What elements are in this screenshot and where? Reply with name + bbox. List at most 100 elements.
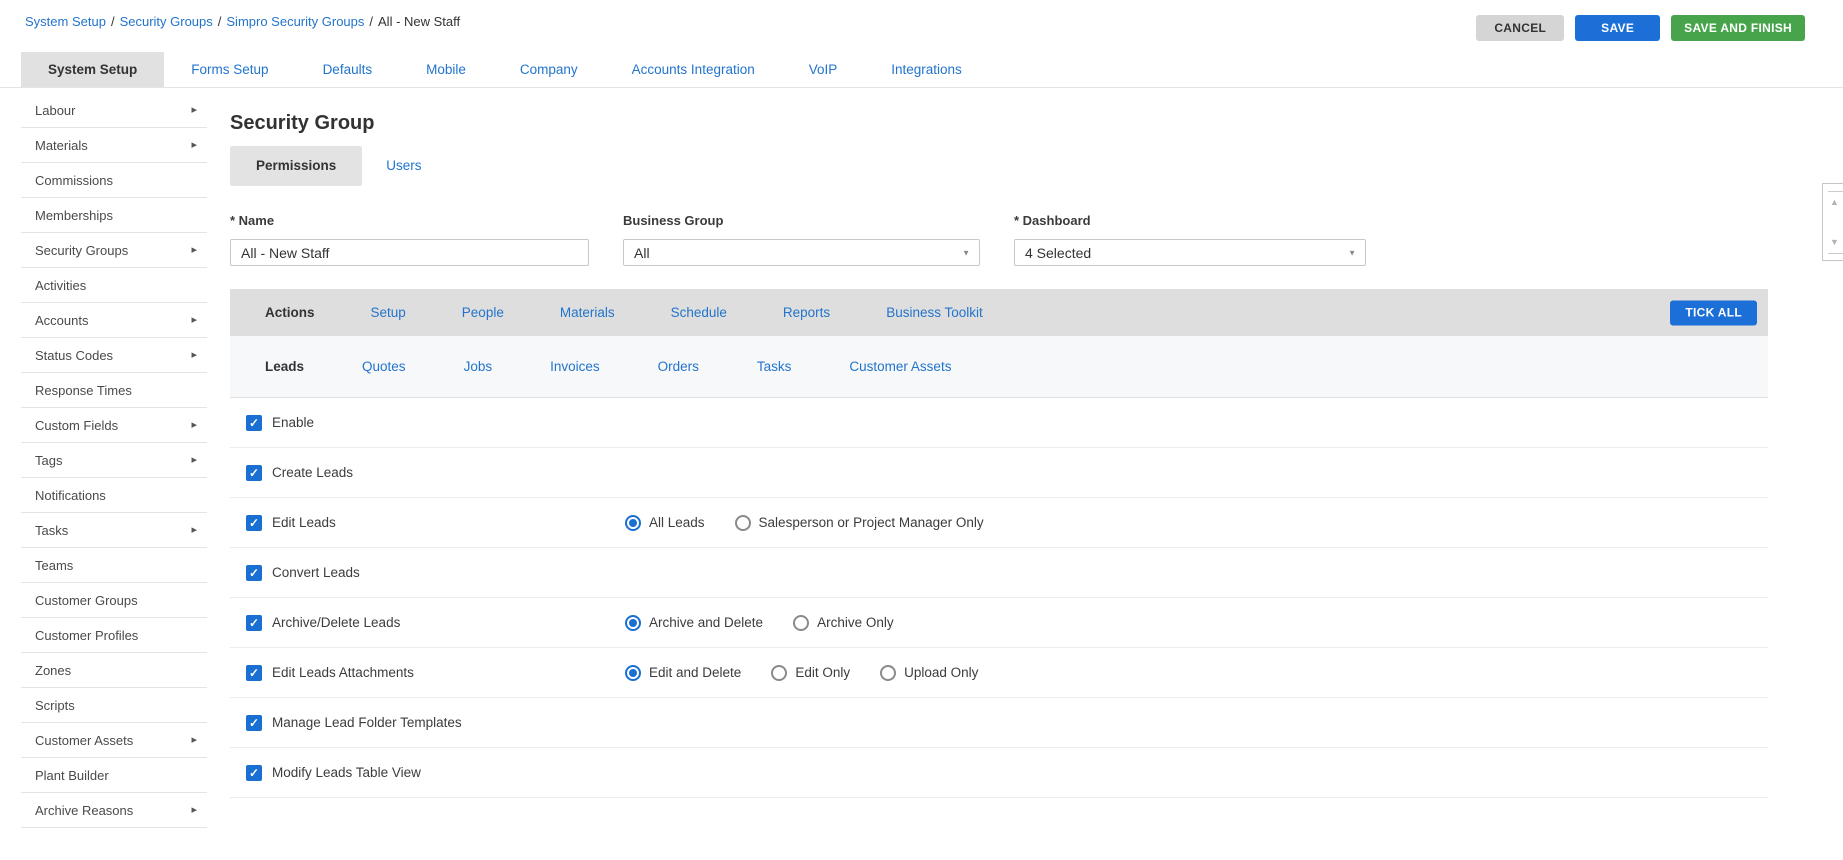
- header-action-buttons: CANCEL SAVE SAVE AND FINISH: [1476, 15, 1805, 41]
- radio-edit-only[interactable]: [771, 665, 787, 681]
- checkbox-create-leads[interactable]: ✓: [246, 465, 262, 481]
- checkbox-edit-leads-attachments[interactable]: ✓: [246, 665, 262, 681]
- breadcrumb-separator: /: [111, 14, 115, 29]
- radio-archive-and-delete[interactable]: [625, 615, 641, 631]
- checkbox-modify-leads-table-view[interactable]: ✓: [246, 765, 262, 781]
- sidebar-item-materials[interactable]: Materials ▸: [21, 128, 207, 163]
- sub-tab-customer-assets[interactable]: Customer Assets: [849, 359, 951, 374]
- checkbox-edit-leads[interactable]: ✓: [246, 515, 262, 531]
- check-icon: ✓: [249, 517, 259, 529]
- sidebar-item-notifications[interactable]: Notifications: [21, 478, 207, 513]
- checkbox-convert-leads[interactable]: ✓: [246, 565, 262, 581]
- sidebar-item-commissions[interactable]: Commissions: [21, 163, 207, 198]
- name-input[interactable]: [230, 239, 589, 266]
- tab-defaults[interactable]: Defaults: [296, 52, 400, 87]
- sidebar-item-label: Customer Assets: [35, 733, 133, 748]
- sidebar-item-archive-reasons[interactable]: Archive Reasons ▸: [21, 793, 207, 828]
- business-group-field-group: Business Group All ▼: [623, 213, 980, 266]
- tab-mobile[interactable]: Mobile: [399, 52, 493, 87]
- tab-accounts-integration[interactable]: Accounts Integration: [605, 52, 782, 87]
- category-tab-business-toolkit[interactable]: Business Toolkit: [886, 305, 983, 320]
- tab-integrations[interactable]: Integrations: [864, 52, 989, 87]
- sidebar-item-customer-assets[interactable]: Customer Assets ▸: [21, 723, 207, 758]
- sub-tab-leads[interactable]: Leads: [265, 359, 304, 374]
- radio-all-leads[interactable]: [625, 515, 641, 531]
- cancel-button[interactable]: CANCEL: [1476, 15, 1564, 41]
- radio-upload-only[interactable]: [880, 665, 896, 681]
- sidebar-item-zones[interactable]: Zones: [21, 653, 207, 688]
- name-label: * Name: [230, 213, 589, 228]
- sidebar-item-label: Scripts: [35, 698, 75, 713]
- radio-option-label: Archive Only: [817, 615, 894, 630]
- sidebar-item-customer-groups[interactable]: Customer Groups: [21, 583, 207, 618]
- sidebar-item-tasks[interactable]: Tasks ▸: [21, 513, 207, 548]
- clipped-scroll-widget: ▲ ▼: [1822, 183, 1843, 261]
- sidebar-item-tags[interactable]: Tags ▸: [21, 443, 207, 478]
- dashboard-select[interactable]: 4 Selected ▼: [1014, 239, 1366, 266]
- view-tab-permissions[interactable]: Permissions: [230, 146, 362, 186]
- sidebar-item-plant-builder[interactable]: Plant Builder: [21, 758, 207, 793]
- radio-option-label: Edit and Delete: [649, 665, 741, 680]
- breadcrumb-link-system-setup[interactable]: System Setup: [25, 14, 106, 29]
- checkbox-archive-delete-leads[interactable]: ✓: [246, 615, 262, 631]
- sidebar-item-custom-fields[interactable]: Custom Fields ▸: [21, 408, 207, 443]
- permission-row-modify-leads-table-view: ✓ Modify Leads Table View: [230, 748, 1768, 798]
- radio-archive-only[interactable]: [793, 615, 809, 631]
- permission-row-edit-leads-attachments: ✓ Edit Leads Attachments Edit and Delete…: [230, 648, 1768, 698]
- chevron-right-icon: ▸: [191, 105, 197, 116]
- sidebar-item-customer-profiles[interactable]: Customer Profiles: [21, 618, 207, 653]
- sidebar-item-status-codes[interactable]: Status Codes ▸: [21, 338, 207, 373]
- chevron-right-icon: ▸: [191, 350, 197, 361]
- permission-row-manage-lead-folder-templates: ✓ Manage Lead Folder Templates: [230, 698, 1768, 748]
- tab-system-setup[interactable]: System Setup: [21, 52, 164, 87]
- breadcrumb-link-security-groups[interactable]: Security Groups: [120, 14, 213, 29]
- sidebar-item-teams[interactable]: Teams: [21, 548, 207, 583]
- category-tab-reports[interactable]: Reports: [783, 305, 830, 320]
- category-tab-actions[interactable]: Actions: [265, 305, 315, 320]
- sidebar-item-label: Tags: [35, 453, 62, 468]
- permission-label: Edit Leads Attachments: [272, 665, 414, 680]
- sub-tab-jobs[interactable]: Jobs: [464, 359, 493, 374]
- breadcrumb-link-simpro-security-groups[interactable]: Simpro Security Groups: [226, 14, 364, 29]
- sub-tab-tasks[interactable]: Tasks: [757, 359, 792, 374]
- sidebar-item-accounts[interactable]: Accounts ▸: [21, 303, 207, 338]
- tick-all-button[interactable]: TICK ALL: [1670, 300, 1757, 325]
- sidebar-item-memberships[interactable]: Memberships: [21, 198, 207, 233]
- chevron-right-icon: ▸: [191, 140, 197, 151]
- checkbox-enable[interactable]: ✓: [246, 415, 262, 431]
- check-icon: ✓: [249, 417, 259, 429]
- tab-forms-setup[interactable]: Forms Setup: [164, 52, 295, 87]
- scroll-down-icon[interactable]: ▼: [1828, 238, 1839, 247]
- checkbox-manage-lead-folder-templates[interactable]: ✓: [246, 715, 262, 731]
- permission-label: Enable: [272, 415, 314, 430]
- breadcrumb-separator: /: [218, 14, 222, 29]
- save-button[interactable]: SAVE: [1575, 15, 1660, 41]
- business-group-select[interactable]: All ▼: [623, 239, 980, 266]
- tab-company[interactable]: Company: [493, 52, 605, 87]
- view-tab-users[interactable]: Users: [362, 146, 445, 186]
- sidebar-item-response-times[interactable]: Response Times: [21, 373, 207, 408]
- tab-voip[interactable]: VoIP: [782, 52, 865, 87]
- radio-edit-and-delete[interactable]: [625, 665, 641, 681]
- save-and-finish-button[interactable]: SAVE AND FINISH: [1671, 15, 1805, 41]
- sidebar-item-scripts[interactable]: Scripts: [21, 688, 207, 723]
- category-tab-setup[interactable]: Setup: [371, 305, 406, 320]
- check-icon: ✓: [249, 617, 259, 629]
- sidebar-item-security-groups[interactable]: Security Groups ▸: [21, 233, 207, 268]
- sub-tab-quotes[interactable]: Quotes: [362, 359, 406, 374]
- category-tab-schedule[interactable]: Schedule: [671, 305, 727, 320]
- sidebar-item-activities[interactable]: Activities: [21, 268, 207, 303]
- sidebar-item-labour[interactable]: Labour ▸: [21, 93, 207, 128]
- sidebar-item-label: Customer Profiles: [35, 628, 138, 643]
- permission-label: Create Leads: [272, 465, 353, 480]
- sidebar-item-label: Commissions: [35, 173, 113, 188]
- sub-tab-orders[interactable]: Orders: [658, 359, 699, 374]
- dashboard-value: 4 Selected: [1025, 245, 1091, 261]
- radio-salesperson-or-project-manager-only[interactable]: [735, 515, 751, 531]
- permission-row-create-leads: ✓ Create Leads: [230, 448, 1768, 498]
- chevron-right-icon: ▸: [191, 315, 197, 326]
- category-tab-materials[interactable]: Materials: [560, 305, 615, 320]
- category-tab-people[interactable]: People: [462, 305, 504, 320]
- sub-tab-invoices[interactable]: Invoices: [550, 359, 600, 374]
- scroll-up-icon[interactable]: ▲: [1828, 198, 1839, 207]
